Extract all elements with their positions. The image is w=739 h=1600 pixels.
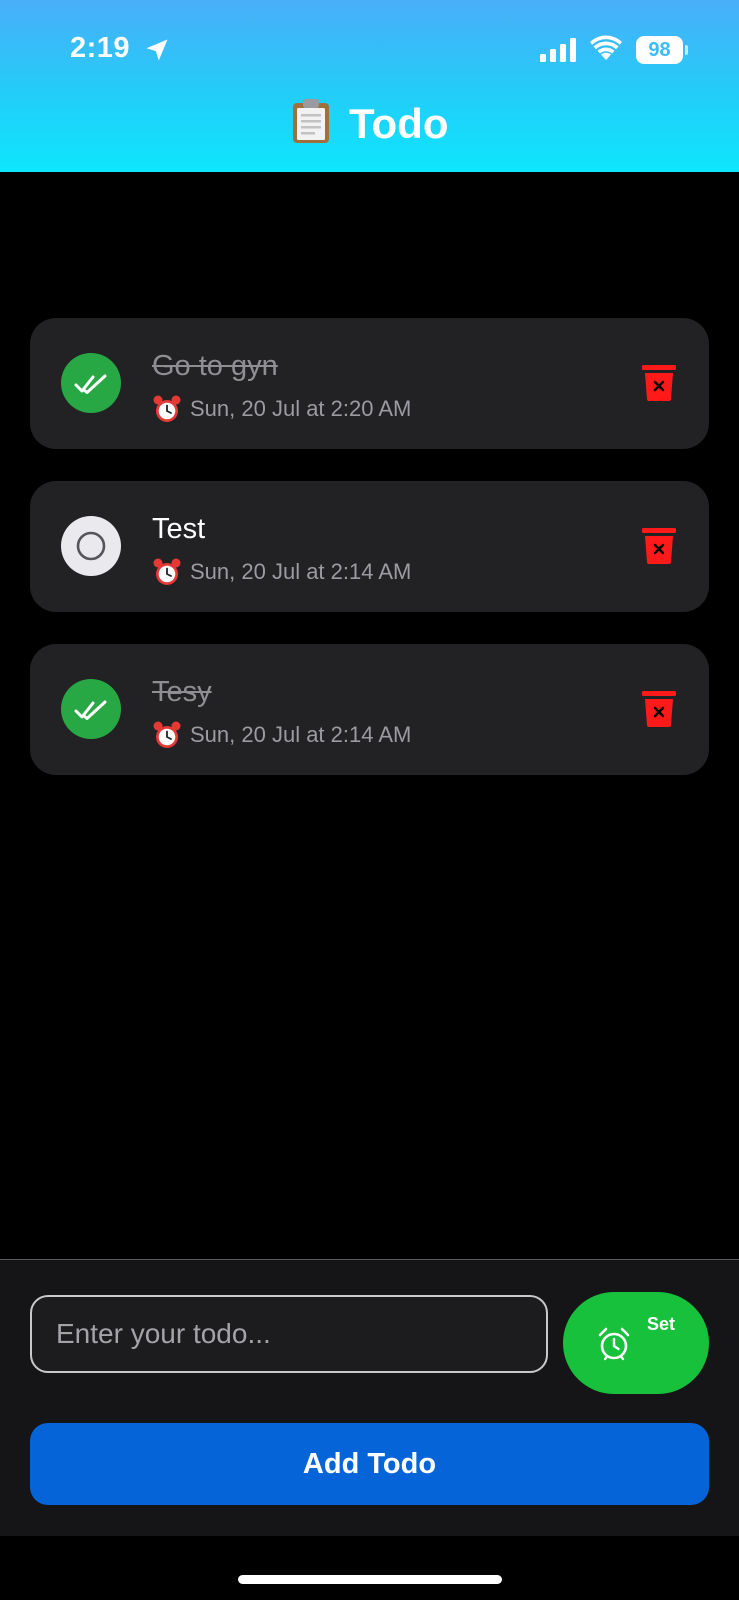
- add-todo-button[interactable]: Add Todo: [30, 1423, 709, 1505]
- delete-todo-button[interactable]: [642, 528, 676, 564]
- cellular-signal-icon: [540, 38, 576, 62]
- wifi-icon: [590, 35, 622, 60]
- todo-composer: Set Add Todo: [0, 1259, 739, 1536]
- todo-title: Tesy: [152, 676, 212, 708]
- empty-circle-icon: [76, 531, 106, 561]
- set-reminder-label: Set: [647, 1314, 676, 1334]
- page-title: Todo: [348, 100, 449, 147]
- status-time: 2:19: [70, 32, 131, 64]
- todo-item: Go to gyn Sun, 20 Jul at 2:20 AM: [30, 318, 709, 449]
- todo-title: Test: [152, 513, 206, 545]
- alarm-clock-icon: [153, 558, 181, 585]
- todo-reminder: Sun, 20 Jul at 2:20 AM: [152, 394, 411, 424]
- todo-list: Go to gyn Sun, 20 Jul at 2:20 AM Test Su…: [30, 318, 709, 807]
- todo-title: Go to gyn: [152, 350, 278, 382]
- todo-reminder: Sun, 20 Jul at 2:14 AM: [152, 557, 411, 587]
- double-check-icon: [74, 374, 107, 394]
- page-title-row: Todo: [0, 99, 739, 160]
- delete-todo-button[interactable]: [642, 365, 676, 401]
- alarm-clock-icon: [598, 1327, 630, 1361]
- battery-level: 98: [636, 36, 683, 64]
- alarm-clock-icon: [153, 721, 181, 748]
- todo-toggle-button[interactable]: [61, 353, 121, 413]
- location-arrow-icon: [146, 39, 168, 61]
- alarm-clock-icon: [153, 395, 181, 422]
- todo-reminder-text: Sun, 20 Jul at 2:20 AM: [190, 396, 412, 421]
- battery-tip: [685, 45, 688, 55]
- todo-item: Tesy Sun, 20 Jul at 2:14 AM: [30, 644, 709, 775]
- todo-input[interactable]: [30, 1295, 548, 1373]
- set-reminder-button[interactable]: Set: [563, 1292, 709, 1394]
- status-bar: 2:19 98: [0, 0, 739, 90]
- home-indicator[interactable]: [238, 1575, 502, 1584]
- double-check-icon: [74, 700, 107, 720]
- todo-reminder-text: Sun, 20 Jul at 2:14 AM: [190, 559, 412, 584]
- todo-reminder: Sun, 20 Jul at 2:14 AM: [152, 720, 411, 750]
- todo-toggle-button[interactable]: [61, 516, 121, 576]
- app-header: 2:19 98 Todo: [0, 0, 739, 172]
- battery-indicator: 98: [636, 36, 688, 64]
- todo-toggle-button[interactable]: [61, 679, 121, 739]
- delete-todo-button[interactable]: [642, 691, 676, 727]
- clipboard-icon: [292, 99, 329, 143]
- todo-reminder-text: Sun, 20 Jul at 2:14 AM: [190, 722, 412, 747]
- todo-item: Test Sun, 20 Jul at 2:14 AM: [30, 481, 709, 612]
